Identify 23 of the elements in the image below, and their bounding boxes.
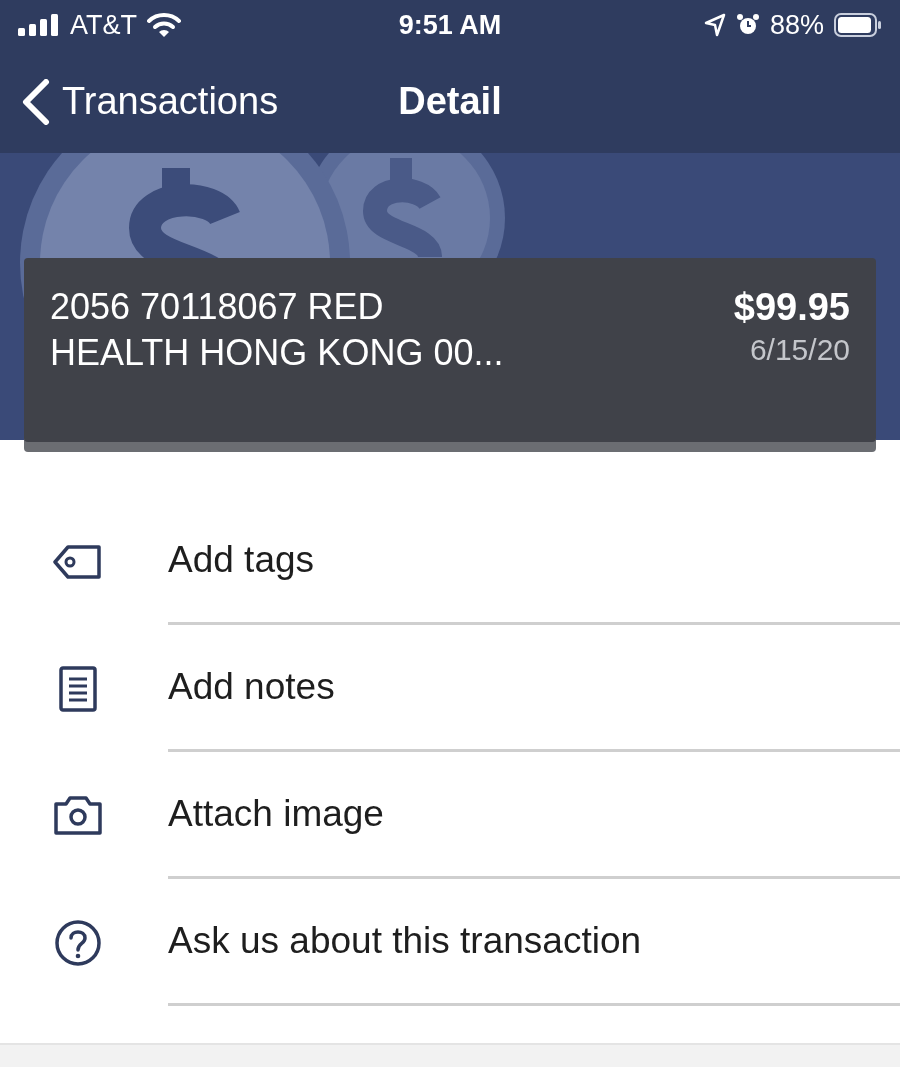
- action-item[interactable]: Add notes: [168, 625, 900, 752]
- location-arrow-icon: [703, 13, 726, 37]
- battery-percent: 88%: [769, 9, 824, 41]
- transaction-description: 2056 70118067 RED: [50, 285, 385, 329]
- transaction-description: HEALTH HONG KONG 00...: [50, 331, 504, 375]
- notes-icon: [59, 665, 97, 712]
- transaction-amount: $99.95: [733, 285, 850, 330]
- back-button[interactable]: Transactions: [20, 78, 279, 125]
- action-item[interactable]: Attach image: [168, 752, 900, 879]
- help-icon: [54, 918, 102, 967]
- battery-icon: [834, 13, 882, 37]
- camera-icon: [52, 795, 104, 836]
- status-time: 9:51 AM: [398, 9, 502, 41]
- wifi-icon: [147, 12, 181, 38]
- tag-icon: [53, 544, 103, 579]
- action-item[interactable]: Add tags: [168, 498, 900, 625]
- signal-icon: [18, 14, 60, 36]
- chevron-left-icon: [20, 78, 50, 125]
- carrier-name: AT&T: [70, 9, 137, 41]
- transaction-date: 6/15/20: [749, 332, 850, 368]
- page-title: Detail: [398, 80, 502, 123]
- alarm-clock-icon: [735, 13, 760, 37]
- action-item[interactable]: Ask us about this transaction: [168, 879, 900, 1006]
